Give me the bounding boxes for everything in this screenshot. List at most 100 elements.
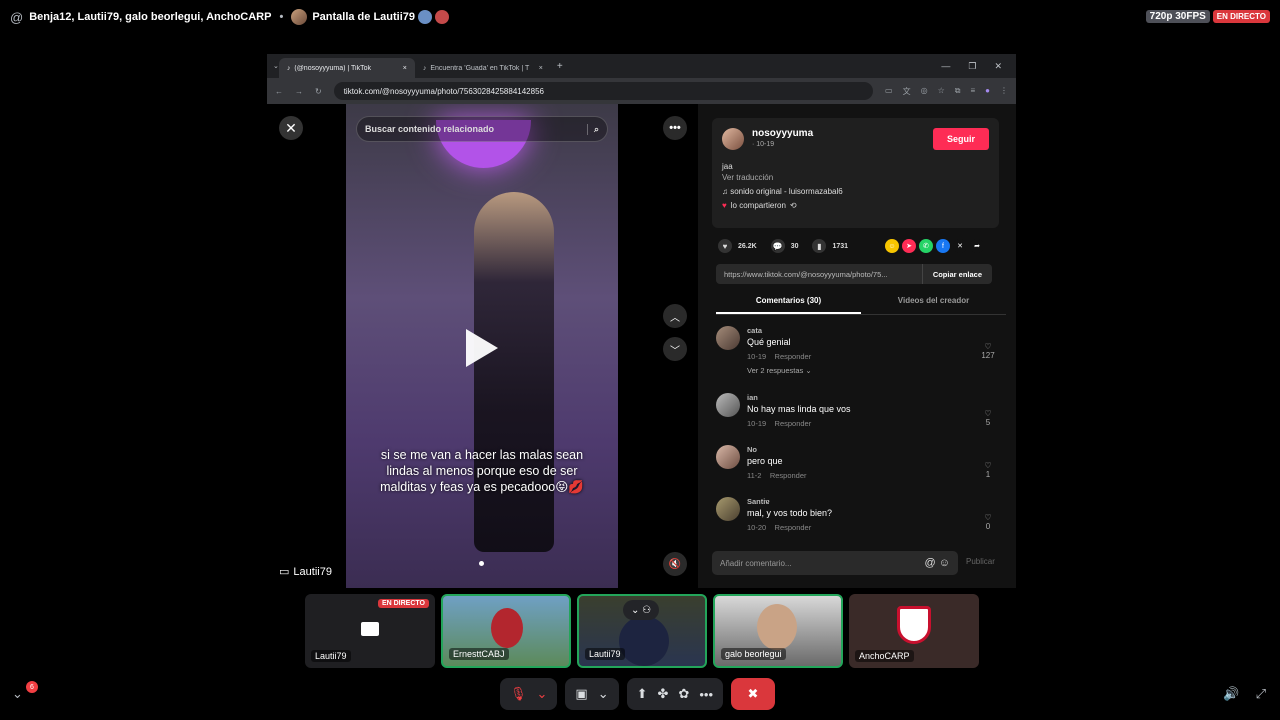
reload-icon[interactable]: ↻ <box>315 87 322 96</box>
close-tab-icon[interactable]: × <box>539 65 543 72</box>
comment-icon[interactable]: 💬 <box>770 239 785 253</box>
comment-text: No hay mas linda que vos <box>747 404 851 414</box>
mute-button[interactable]: 🎙 ⌄ <box>500 678 558 710</box>
heart-icon[interactable]: ♡ <box>978 342 998 351</box>
soundboard-icon[interactable]: ✿ <box>678 686 689 702</box>
x-icon[interactable]: ✕ <box>953 239 967 253</box>
reply-button[interactable]: Responder <box>770 471 807 480</box>
avatar[interactable] <box>716 445 740 469</box>
close-window-icon[interactable]: ✕ <box>994 61 1002 72</box>
more-icon[interactable]: ••• <box>663 116 687 140</box>
back-icon[interactable]: ← <box>275 87 283 96</box>
video-player[interactable]: Buscar contenido relacionado ⌕ si se me … <box>346 104 618 588</box>
disconnect-icon[interactable]: ✖ <box>748 686 759 702</box>
whatsapp-icon[interactable]: ✆ <box>919 239 933 253</box>
publish-button[interactable]: Publicar <box>966 557 995 566</box>
browser-tab[interactable]: ♪ Encuentra 'Guada' en TikTok | T × <box>415 58 551 78</box>
participant-tile[interactable]: ErnesttCABJ <box>441 594 571 668</box>
extensions-icon[interactable]: ⧉ <box>955 86 961 97</box>
menu-icon[interactable]: ⋮ <box>1000 86 1008 97</box>
bookmark-icon[interactable]: ▮ <box>812 239 827 253</box>
participant-tile[interactable]: galo beorlegui <box>713 594 843 668</box>
play-icon[interactable] <box>466 329 498 367</box>
tab-search-icon[interactable]: ⌄ <box>273 62 279 70</box>
cast-icon[interactable]: ▭ <box>885 86 893 97</box>
leave-call-button[interactable]: ✖ <box>731 678 775 710</box>
volume-icon[interactable]: 🔊 <box>1223 686 1239 702</box>
sound-link[interactable]: ♫ sonido original - luisormazabal6 <box>722 187 989 196</box>
participant-tile[interactable]: AnchoCARP <box>849 594 979 668</box>
mute-icon[interactable]: 🔇 <box>663 552 687 576</box>
more-icon[interactable]: ••• <box>699 687 713 702</box>
tab-title: Encuentra 'Guada' en TikTok | T <box>430 64 530 72</box>
view-controls: 🔊 ⤢ <box>1223 686 1266 702</box>
send-icon[interactable]: ➤ <box>902 239 916 253</box>
mention-icon[interactable]: @ ☺ <box>925 557 950 569</box>
minimize-icon[interactable]: — <box>941 61 950 72</box>
embed-icon[interactable]: ☺ <box>885 239 899 253</box>
chevron-down-icon[interactable]: ⌄ <box>598 686 609 702</box>
chevron-up-icon[interactable]: ︿ <box>663 304 687 328</box>
translate-link[interactable]: Ver traducción <box>722 173 989 182</box>
participant-tile[interactable]: ⌄ ⚇ Lautii79 <box>577 594 707 668</box>
comment-input[interactable]: Añadir comentario... @ ☺ <box>712 551 958 575</box>
comment-item: No pero que 11-2 Responder ♡ 1 <box>716 445 998 497</box>
screen-share-icon[interactable]: ⬆ <box>637 686 648 702</box>
tab-comments[interactable]: Comentarios (30) <box>716 294 861 314</box>
view-replies-button[interactable]: Ver 2 respuestas ⌄ <box>747 366 812 375</box>
avatar[interactable] <box>716 497 740 521</box>
screen-share[interactable]: ⌄ ♪ (@nosoyyyuma) | TikTok × ♪ Encuentra… <box>267 54 1016 588</box>
star-icon[interactable]: ☆ <box>938 86 945 97</box>
comment-author[interactable]: No <box>747 445 807 454</box>
chevron-down-icon[interactable]: ⌄ <box>12 686 23 702</box>
tab-creator-videos[interactable]: Videos del creador <box>861 294 1006 314</box>
reply-button[interactable]: Responder <box>775 352 812 361</box>
copy-link-button[interactable]: Copiar enlace <box>921 264 992 284</box>
participant-tile[interactable]: EN DIRECTO Lautii79 <box>305 594 435 668</box>
activities-icon[interactable]: ✤ <box>658 686 669 702</box>
heart-icon[interactable]: ♡ <box>978 461 998 470</box>
avatar[interactable] <box>722 128 744 150</box>
carousel-dot[interactable] <box>479 561 484 566</box>
expand-icon[interactable]: ⌄ ⚇ <box>623 600 659 620</box>
close-tab-icon[interactable]: × <box>403 65 407 72</box>
participant-name: AnchoCARP <box>855 650 914 662</box>
comment-author[interactable]: Santiɐ <box>747 497 832 506</box>
heart-icon[interactable]: ♡ <box>978 513 998 522</box>
chevron-down-icon[interactable]: ⌄ <box>537 686 548 702</box>
search-input[interactable]: Buscar contenido relacionado ⌕ <box>356 116 608 142</box>
camera-button[interactable]: ▣ ⌄ <box>565 678 619 710</box>
heart-icon[interactable]: ♡ <box>978 409 998 418</box>
address-bar[interactable]: tiktok.com/@nosoyyyuma/photo/75630284258… <box>333 82 874 100</box>
mic-off-icon[interactable]: 🎙 <box>510 686 527 702</box>
username[interactable]: nosoyyyuma <box>752 128 813 139</box>
camera-off-icon[interactable]: ▣ <box>575 686 587 702</box>
share-icon[interactable]: ➦ <box>970 239 984 253</box>
eye-off-icon[interactable]: ◎ <box>921 86 928 97</box>
reply-button[interactable]: Responder <box>775 523 812 532</box>
close-icon[interactable]: ✕ <box>279 116 303 140</box>
translate-icon[interactable]: 文 <box>903 86 911 97</box>
avatar[interactable] <box>716 393 740 417</box>
avatar <box>619 616 669 666</box>
chevron-down-icon[interactable]: ﹀ <box>663 337 687 361</box>
video-subject <box>474 192 554 552</box>
media-icon[interactable]: ≡ <box>970 86 975 97</box>
browser-tab[interactable]: ♪ (@nosoyyyuma) | TikTok × <box>278 58 415 78</box>
maximize-icon[interactable]: ❐ <box>968 61 976 72</box>
comments-count: 30 <box>790 242 799 250</box>
comment-author[interactable]: cata <box>747 326 812 335</box>
follow-button[interactable]: Seguir <box>932 128 989 150</box>
heart-icon[interactable]: ♥ <box>718 239 732 253</box>
profile-icon[interactable]: ● <box>985 86 990 97</box>
facebook-icon[interactable]: f <box>936 239 950 253</box>
avatar[interactable] <box>716 326 740 350</box>
reply-button[interactable]: Responder <box>775 419 812 428</box>
new-tab-button[interactable]: + <box>557 61 563 72</box>
search-icon[interactable]: ⌕ <box>586 123 599 135</box>
screen-icon <box>361 622 379 636</box>
share-link: https://www.tiktok.com/@nosoyyyuma/photo… <box>716 264 992 284</box>
forward-icon[interactable]: → <box>295 87 303 96</box>
fullscreen-exit-icon[interactable]: ⤢ <box>1256 686 1266 702</box>
comment-author[interactable]: ian <box>747 393 851 402</box>
